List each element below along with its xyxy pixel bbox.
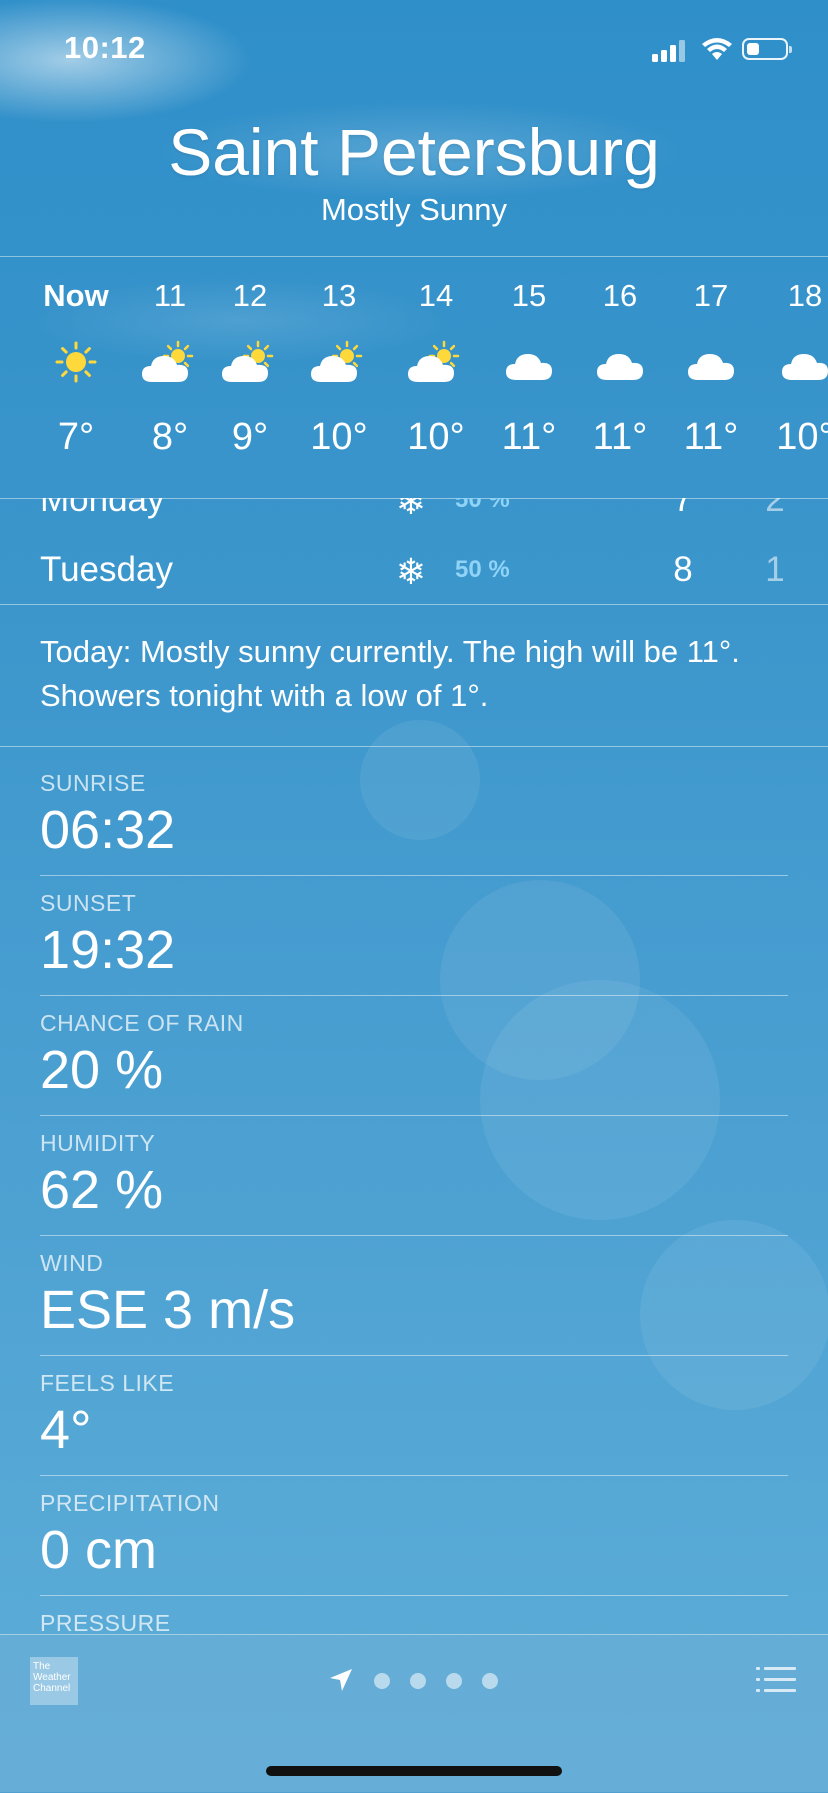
low-temperature: 1 [765, 550, 785, 589]
detail-value: 0 cm [40, 1520, 158, 1580]
snowflake-icon: ❄ [395, 498, 427, 522]
detail-label: FEELS LIKE [40, 1370, 175, 1396]
weather-channel-logo[interactable]: The Weather Channel [30, 1657, 78, 1705]
divider [0, 604, 828, 605]
divider [0, 746, 828, 747]
partly-cloudy-icon [406, 340, 466, 384]
page-dot-icon[interactable] [374, 1673, 390, 1689]
cloud-icon [775, 340, 828, 384]
hour-column: 13 10° [289, 256, 389, 462]
hour-column: 17 11° [661, 256, 761, 462]
detail-sunset: SUNSET 19:32 [40, 876, 788, 996]
partly-cloudy-icon [140, 340, 200, 384]
sun-icon [46, 340, 106, 384]
detail-humidity: HUMIDITY 62 % [40, 1116, 788, 1236]
status-bar: 10:12 [0, 0, 828, 100]
low-temperature: 2 [765, 498, 785, 519]
detail-chance-of-rain: CHANCE OF RAIN 20 % [40, 996, 788, 1116]
hour-label: 13 [321, 278, 357, 313]
hour-label: 17 [693, 278, 729, 313]
cloud-icon [681, 340, 741, 384]
hour-label: Now [43, 278, 109, 313]
today-summary: Today: Mostly sunny currently. The high … [40, 634, 740, 713]
hour-label: 14 [418, 278, 454, 313]
detail-value: 19:32 [40, 920, 176, 980]
cellular-signal-icon [652, 38, 690, 62]
hour-label: 18 [787, 278, 823, 313]
list-icon[interactable] [756, 1665, 796, 1695]
detail-value: ESE 3 m/s [40, 1280, 296, 1340]
hour-temperature: 11° [683, 416, 739, 458]
location-arrow-icon[interactable] [328, 1667, 354, 1693]
wifi-icon [702, 38, 732, 60]
hour-column: 16 11° [570, 256, 670, 462]
hour-column: 15 11° [479, 256, 579, 462]
status-time: 10:12 [64, 30, 146, 65]
hour-temperature: 11° [592, 416, 648, 458]
detail-value: 62 % [40, 1160, 164, 1220]
daily-forecast[interactable]: Monday ❄ 50 % 7 2 Tuesday ❄ 50 % 8 1 [0, 498, 828, 604]
detail-label: SUNRISE [40, 770, 146, 796]
hour-label: 15 [511, 278, 547, 313]
hour-label: 16 [602, 278, 638, 313]
hour-temperature: 10° [310, 416, 368, 458]
detail-label: WIND [40, 1250, 104, 1276]
page-dot-icon[interactable] [482, 1673, 498, 1689]
high-temperature: 8 [673, 550, 693, 589]
precipitation-probability: 50 % [455, 556, 510, 583]
detail-value: 4° [40, 1400, 92, 1460]
page-dot-icon[interactable] [446, 1673, 462, 1689]
detail-label: PRESSURE [40, 1610, 171, 1636]
hour-column: 14 10° [386, 256, 486, 462]
detail-value: 06:32 [40, 800, 176, 860]
detail-label: PRECIPITATION [40, 1490, 220, 1516]
weather-channel-logo-text: The Weather Channel [33, 1661, 71, 1694]
detail-precipitation: PRECIPITATION 0 cm [40, 1476, 788, 1596]
partly-cloudy-icon [309, 340, 369, 384]
day-name: Tuesday [40, 550, 173, 589]
hour-column: Now 7° [26, 256, 126, 462]
cloud-icon [590, 340, 650, 384]
hour-temperature: 10° [776, 416, 828, 458]
snowflake-icon: ❄ [395, 551, 427, 592]
city-name: Saint Petersburg [168, 115, 660, 189]
precipitation-probability: 50 % [455, 498, 510, 513]
detail-value: 20 % [40, 1040, 164, 1100]
detail-label: SUNSET [40, 890, 137, 916]
hour-temperature: 7° [57, 416, 95, 458]
hour-temperature: 9° [231, 416, 269, 458]
detail-feels-like: FEELS LIKE 4° [40, 1356, 788, 1476]
partly-cloudy-icon [220, 340, 280, 384]
page-dot-icon[interactable] [410, 1673, 426, 1689]
hourly-forecast[interactable]: Now 7° 11 8° 12 9° 13 10° 14 10° 15 11° 16 11° 17 11° 18… [0, 256, 828, 498]
cloud-icon [499, 340, 559, 384]
high-temperature: 7 [673, 498, 693, 519]
current-condition: Mostly Sunny [320, 192, 508, 227]
home-indicator[interactable] [266, 1766, 562, 1776]
hour-temperature: 10° [407, 416, 465, 458]
hour-label: 12 [232, 278, 268, 313]
detail-label: HUMIDITY [40, 1130, 156, 1156]
day-name: Monday [40, 498, 165, 519]
battery-icon [742, 38, 792, 60]
hour-column: 12 9° [200, 256, 300, 462]
detail-sunrise: SUNRISE 06:32 [40, 756, 788, 876]
hour-temperature: 11° [501, 416, 557, 458]
detail-label: CHANCE OF RAIN [40, 1010, 244, 1036]
hour-column: 18 10° [755, 256, 828, 462]
day-row: Monday ❄ 50 % 7 2 [0, 498, 828, 528]
detail-wind: WIND ESE 3 m/s [40, 1236, 788, 1356]
day-row: Tuesday ❄ 50 % 8 1 [0, 542, 828, 598]
